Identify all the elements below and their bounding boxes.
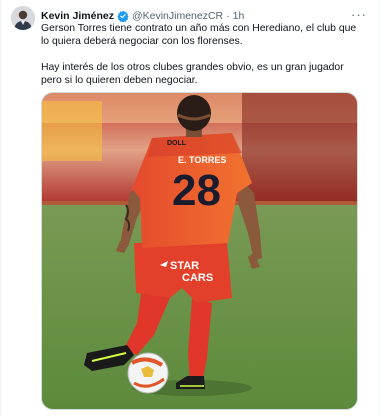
tweet-paragraph-2: Hay interés de los otros clubes grandes … xyxy=(41,62,344,86)
separator-dot: · xyxy=(226,10,230,22)
tweet-paragraph-1: Gerson Torres tiene contrato un año más … xyxy=(41,23,357,47)
tweet-text: Gerson Torres tiene contrato un año más … xyxy=(41,22,363,87)
shirt-number: 28 xyxy=(172,166,221,215)
author-handle[interactable]: @KevinJimenezCR xyxy=(132,9,223,23)
timestamp[interactable]: 1h xyxy=(233,9,245,23)
more-options-icon[interactable]: ··· xyxy=(351,7,367,22)
shirt-chest-label: DOLL xyxy=(167,140,187,147)
shirt-name: E. TORRES xyxy=(178,155,226,165)
soccer-ball xyxy=(127,352,169,394)
avatar[interactable] xyxy=(11,6,35,30)
verified-badge-icon xyxy=(117,10,129,23)
sponsor-line-1: STAR xyxy=(170,260,199,272)
author-name[interactable]: Kevin Jiménez xyxy=(41,9,114,23)
tweet-photo[interactable]: STAR CARS DOLL E. TORRES 28 xyxy=(41,92,358,410)
sponsor-line-2: CARS xyxy=(182,272,213,284)
tweet-card[interactable]: Kevin Jiménez @KevinJimenezCR · 1h ··· G… xyxy=(0,0,380,416)
